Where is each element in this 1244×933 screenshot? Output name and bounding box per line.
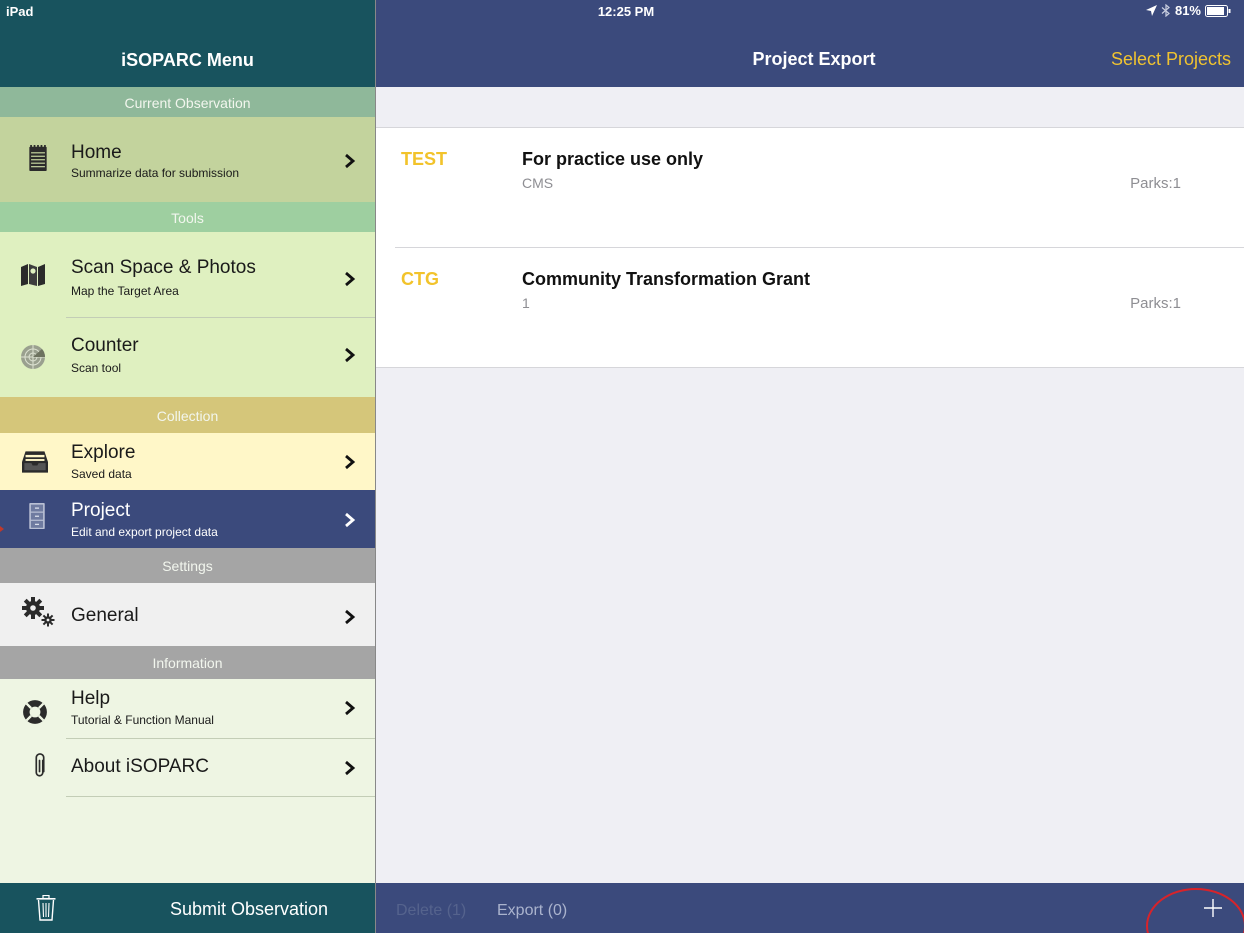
- sidebar-item-help[interactable]: Help Tutorial & Function Manual: [0, 679, 375, 738]
- sidebar-item-general[interactable]: General: [0, 583, 375, 646]
- submit-observation-button[interactable]: Submit Observation: [170, 899, 328, 920]
- sidebar-item-about[interactable]: About iSOPARC: [0, 739, 375, 796]
- chevron-right-icon: [345, 271, 356, 287]
- sidebar-item-project[interactable]: Project Edit and export project data: [0, 490, 375, 548]
- status-time: 12:25 PM: [597, 4, 655, 19]
- project-org: 1: [522, 295, 530, 311]
- sidebar-item-title: Project: [71, 500, 131, 521]
- sidebar-item-title: Scan Space & Photos: [71, 257, 256, 278]
- sidebar-item-title: Home: [71, 142, 122, 163]
- section-settings: Settings: [0, 548, 375, 583]
- gears-icon: [22, 597, 55, 627]
- select-projects-button[interactable]: Select Projects: [1111, 49, 1231, 70]
- sidebar-item-counter[interactable]: Counter Scan tool: [0, 318, 375, 397]
- sidebar-header: iPad iSOPARC Menu: [0, 0, 375, 87]
- divider: [66, 796, 375, 797]
- chevron-right-icon: [345, 760, 356, 776]
- project-code: CTG: [401, 269, 439, 289]
- project-row[interactable]: TEST For practice use only CMS Parks:1: [376, 128, 1244, 248]
- lifebuoy-icon: [23, 700, 47, 724]
- sidebar-item-title: Explore: [71, 442, 136, 463]
- inbox-icon: [22, 451, 48, 473]
- project-code: TEST: [401, 149, 448, 169]
- chevron-right-icon: [345, 609, 356, 625]
- section-information: Information: [0, 646, 375, 679]
- sidebar-item-scan[interactable]: Scan Space & Photos Map the Target Area: [0, 232, 375, 317]
- bottom-toolbar: Delete (1) Export (0): [376, 883, 1244, 933]
- project-list: TEST For practice use only CMS Parks:1 C…: [376, 127, 1244, 368]
- annotation-arrow-icon: [0, 526, 4, 532]
- status-indicators: 81%: [1145, 3, 1231, 18]
- sidebar: iPad iSOPARC Menu Current Observation Ho…: [0, 0, 375, 933]
- sidebar-item-title: Counter: [71, 335, 139, 356]
- project-parks: Parks:1: [1130, 295, 1181, 312]
- paperclip-icon: [35, 753, 45, 777]
- sidebar-footer: Submit Observation: [0, 883, 375, 933]
- trash-icon[interactable]: [36, 895, 56, 921]
- chevron-right-icon: [345, 153, 356, 169]
- project-name: For practice use only: [522, 149, 704, 169]
- notepad-icon: [29, 145, 47, 171]
- sidebar-item-title: General: [71, 605, 139, 626]
- location-arrow-icon: [1145, 5, 1157, 16]
- sidebar-information-group: Help Tutorial & Function Manual About iS…: [0, 679, 375, 883]
- project-name: Community Transformation Grant: [522, 269, 811, 289]
- bluetooth-icon: [1161, 4, 1170, 17]
- sidebar-tools-group: Scan Space & Photos Map the Target Area …: [0, 232, 375, 397]
- section-current-observation: Current Observation: [0, 87, 375, 117]
- navigation-bar: 12:25 PM 81% Project Export Select Proje…: [376, 0, 1244, 87]
- sidebar-item-subtitle: Tutorial & Function Manual: [71, 713, 214, 727]
- sidebar-title: iSOPARC Menu: [121, 50, 254, 70]
- sidebar-item-subtitle: Scan tool: [71, 361, 122, 375]
- carrier-label: iPad: [6, 4, 34, 19]
- chevron-right-icon: [345, 454, 356, 470]
- section-collection: Collection: [0, 397, 375, 433]
- chevron-right-icon: [345, 347, 356, 363]
- map-icon: [21, 264, 45, 286]
- battery-percentage: 81%: [1174, 3, 1201, 18]
- main-panel: 12:25 PM 81% Project Export Select Proje…: [375, 0, 1244, 933]
- chevron-right-icon: [345, 700, 356, 716]
- battery-icon: [1205, 4, 1231, 17]
- sidebar-item-subtitle: Edit and export project data: [71, 525, 218, 539]
- sidebar-item-subtitle: Summarize data for submission: [71, 166, 240, 180]
- export-button[interactable]: Export (0): [497, 902, 567, 920]
- chevron-right-icon: [345, 512, 356, 528]
- delete-button[interactable]: Delete (1): [396, 902, 466, 920]
- sidebar-item-title: About iSOPARC: [71, 756, 209, 777]
- section-tools: Tools: [0, 202, 375, 232]
- radar-icon: [21, 345, 46, 369]
- sidebar-item-subtitle: Saved data: [71, 467, 132, 481]
- project-org: CMS: [522, 175, 554, 191]
- sidebar-item-explore[interactable]: Explore Saved data: [0, 433, 375, 490]
- sidebar-item-subtitle: Map the Target Area: [71, 284, 179, 298]
- sidebar-item-title: Help: [71, 688, 111, 709]
- project-row[interactable]: CTG Community Transformation Grant 1 Par…: [376, 248, 1244, 368]
- project-parks: Parks:1: [1130, 175, 1181, 192]
- sidebar-item-home[interactable]: Home Summarize data for submission: [0, 117, 375, 202]
- file-cabinet-icon: [29, 503, 45, 529]
